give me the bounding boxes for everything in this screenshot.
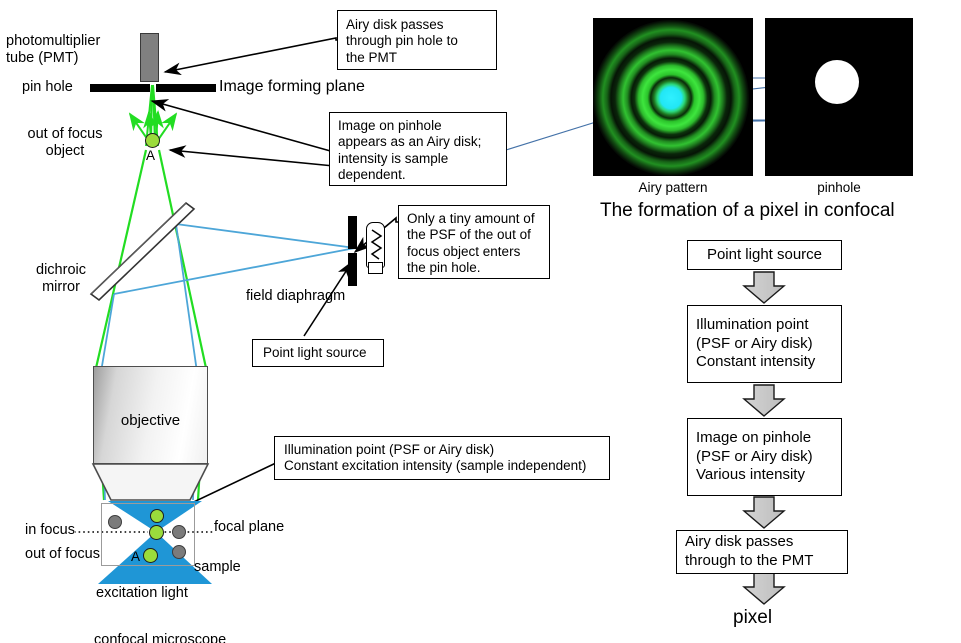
callout-illumination-point: Illumination point (PSF or Airy disk) Co… bbox=[274, 436, 610, 480]
label-in-focus: in focus bbox=[25, 522, 75, 540]
caption-confocal-microscope: confocal microscope bbox=[94, 632, 227, 643]
airy-pattern-image bbox=[593, 18, 753, 176]
callout-tiny-amount-psf: Only a tiny amount of the PSF of the out… bbox=[398, 205, 550, 279]
sample-dot-gray-2 bbox=[172, 525, 186, 539]
label-focal-plane: focal plane bbox=[214, 519, 285, 535]
label-point-a-sample: A bbox=[131, 549, 141, 564]
label-out-of-focus-sample: out of focus bbox=[25, 546, 100, 562]
caption-pinhole: pinhole bbox=[817, 180, 861, 195]
flow-step-illumination-point: Illumination point (PSF or Airy disk) Co… bbox=[687, 305, 842, 383]
sample-dot-green-focus bbox=[149, 525, 164, 540]
label-objective: objective bbox=[120, 412, 181, 429]
pinhole-aperture-disk bbox=[815, 60, 859, 104]
sample-dot-green-lower-a bbox=[143, 548, 158, 563]
label-excitation-light: excitation light bbox=[96, 585, 188, 601]
pinhole-panel bbox=[765, 18, 913, 176]
sample-dot-green-upper bbox=[150, 509, 164, 523]
airy-pattern-panel bbox=[593, 18, 753, 176]
flow-step-airy-disk-pmt: Airy disk passes through to the PMT bbox=[676, 530, 848, 574]
flow-step-point-light-source: Point light source bbox=[687, 240, 842, 270]
callout-image-on-pinhole: Image on pinhole appears as an Airy disk… bbox=[329, 112, 507, 186]
flow-step-image-on-pinhole: Image on pinhole (PSF or Airy disk) Vari… bbox=[687, 418, 842, 496]
sample-dot-gray-1 bbox=[108, 515, 122, 529]
sample-dot-gray-3 bbox=[172, 545, 186, 559]
diagram-canvas: photomultiplier tube (PMT) pin hole Imag… bbox=[0, 0, 961, 643]
label-sample: sample bbox=[194, 559, 241, 575]
callout-airy-disk-pmt: Airy disk passes through pin hole to the… bbox=[337, 10, 497, 70]
objective-front-lens bbox=[91, 463, 210, 501]
callout-point-light-source: Point light source bbox=[252, 339, 384, 367]
flowchart-title: The formation of a pixel in confocal bbox=[600, 200, 895, 221]
caption-airy-pattern: Airy pattern bbox=[638, 180, 708, 195]
flow-result-pixel: pixel bbox=[733, 607, 773, 628]
